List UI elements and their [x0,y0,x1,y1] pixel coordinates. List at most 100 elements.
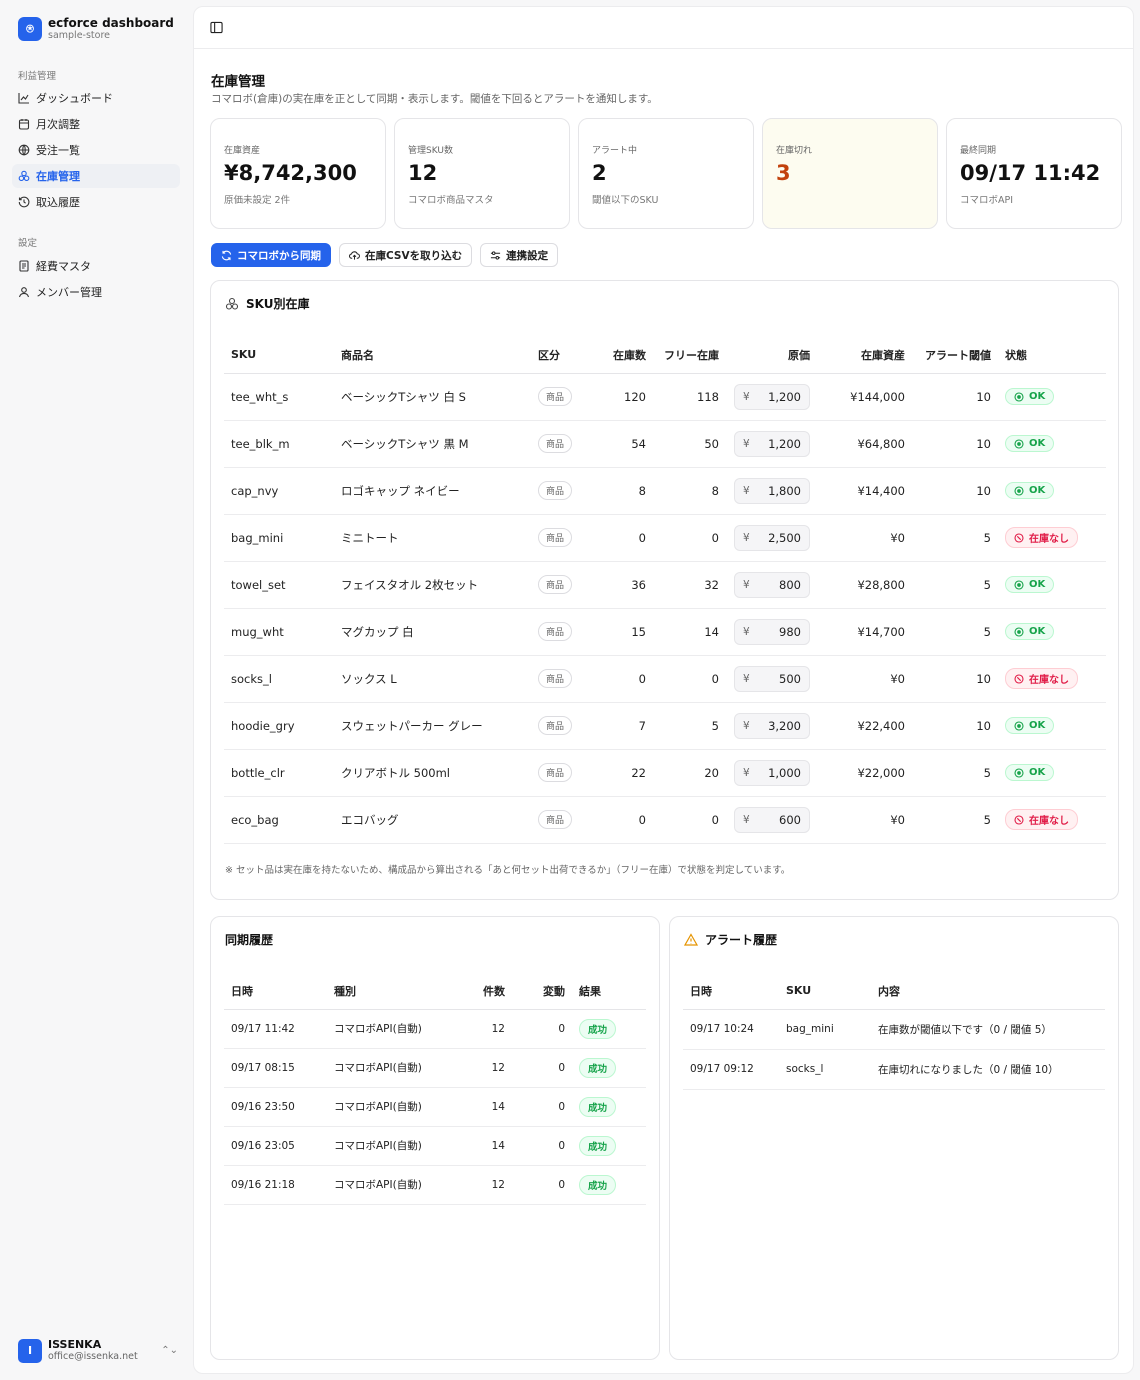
table-row[interactable]: towel_set フェイスタオル 2枚セット 商品 36 32 ¥800 ¥28,800 5… [224,561,1106,609]
user-email: office@issenka.net [48,1351,138,1362]
table-row: 09/17 08:15 コマロボAPI(自動) 12 0 成功 [224,1048,646,1088]
type-badge: 商品 [538,481,573,500]
sidebar-item-import-history[interactable]: 取込履歴 [12,190,180,214]
table-row[interactable]: mug_wht マグカップ 白商品 15 14 ¥980 ¥14,700 5 OK [224,608,1106,656]
sku-cell: bag_mini [779,1009,871,1050]
type-badge: 商品 [538,763,573,782]
sku-table-body: tee_wht_s ベーシックTシャツ 白 S 商品 120 118 ¥1,200 ¥144… [224,373,1106,844]
import-csv-button[interactable]: 在庫CSVを取り込む [339,243,473,267]
sku-table: SKU 商品名 区分 在庫数 フリー在庫 原価 在庫資産 アラート閾値 状態 t… [224,337,1106,844]
type-cell: 商品 [531,467,601,515]
column-header-sku[interactable]: SKU [224,337,334,374]
table-row[interactable]: bottle_clr クリアボトル 500ml 商品 22 20 ¥1,000 ¥22,00… [224,749,1106,797]
sidebar: ⍟ ecforce dashboard sample-store 利益管理 ダッ… [0,0,190,1380]
table-row[interactable]: cap_nvy ロゴキャップ ネイビー 商品 8 8 ¥1,800 ¥14,400 10 OK [224,467,1106,515]
result-cell: 成功 [572,1165,646,1205]
check-circle-icon [1014,767,1024,778]
table-row[interactable]: socks_l ソックス L 商品 0 0 ¥500 ¥0 10 在庫なし [224,655,1106,703]
free-stock-cell: 20 [653,749,726,797]
cost-input[interactable]: ¥1,200 [734,383,810,410]
column-header-stock[interactable]: 在庫数 [601,337,653,374]
result-badge: 成功 [579,1096,617,1117]
sidebar-item-monthly-adjust[interactable]: 月次調整 [12,112,180,136]
asset-cell: ¥14,400 [817,467,912,515]
column-header-free-stock[interactable]: フリー在庫 [653,337,726,374]
sidebar-item-orders[interactable]: 受注一覧 [12,138,180,162]
cost-input[interactable]: ¥1,000 [734,759,810,786]
cost-input[interactable]: ¥500 [734,665,810,692]
cost-cell: ¥600 [726,796,817,844]
status-cell: 在庫なし [998,514,1106,562]
table-row[interactable]: hoodie_gry スウェットパーカー グレー 商品 7 5 ¥3,200 ¥22,400… [224,702,1106,750]
ban-circle-icon [1014,814,1024,825]
kpi-value: 2 [592,161,607,185]
free-stock-cell: 0 [653,655,726,703]
column-header-count: 件数 [462,973,512,1010]
cost-value: 1,200 [768,389,801,404]
threshold-cell: 5 [912,796,998,844]
sidebar-toggle-button[interactable] [208,20,224,36]
table-row[interactable]: tee_blk_m ベーシックTシャツ 黒 M 商品 54 50 ¥1,200 ¥64,80… [224,420,1106,468]
user-menu[interactable]: I ISSENKA office@issenka.net ⌃⌄ [18,1338,178,1363]
sync-history-card: 同期履歴 日時 種別 件数 変動 結果 09/17 11:42 コマロボAPI(自… [210,916,660,1360]
currency-symbol: ¥ [743,766,750,779]
column-header-time: 日時 [683,973,779,1010]
sidebar-item-expense-master[interactable]: 経費マスタ [12,254,180,278]
result-badge: 成功 [579,1135,617,1156]
column-header-time: 日時 [224,973,327,1010]
column-header-sku: SKU [779,973,871,1010]
column-header-status[interactable]: 状態 [998,337,1106,374]
content-cell: 在庫切れになりました（0 / 閾値 10） [871,1049,1105,1090]
user-name: ISSENKA [48,1338,102,1351]
warning-triangle-icon [684,932,698,947]
status-cell: OK [998,561,1106,609]
column-header-cost[interactable]: 原価 [726,337,817,374]
cost-input[interactable]: ¥1,800 [734,477,810,504]
stock-cell: 0 [601,514,653,562]
currency-symbol: ¥ [743,437,750,450]
kpi-label: 最終同期 [960,146,997,156]
check-circle-icon [1014,626,1024,637]
sku-cell: socks_l [779,1049,871,1090]
kpi-label: 在庫切れ [776,146,813,156]
sidebar-item-members[interactable]: メンバー管理 [12,280,180,304]
sidebar-item-dashboard[interactable]: ダッシュボード [12,86,180,110]
cost-cell: ¥3,200 [726,702,817,750]
import-csv-button-label: 在庫CSVを取り込む [365,249,463,262]
cost-cell: ¥1,200 [726,420,817,468]
cost-input[interactable]: ¥800 [734,571,810,598]
kpi-value: ¥8,742,300 [224,161,357,185]
cost-input[interactable]: ¥980 [734,618,810,645]
free-stock-cell: 0 [653,514,726,562]
column-header-asset[interactable]: 在庫資産 [817,337,912,374]
sku-cell: tee_blk_m [224,420,334,468]
kind-cell: コマロボAPI(自動) [327,1048,462,1088]
asset-cell: ¥144,000 [817,373,912,421]
asset-cell: ¥28,800 [817,561,912,609]
table-row[interactable]: bag_mini ミニトート 商品 0 0 ¥2,500 ¥0 5 在庫なし [224,514,1106,562]
table-row[interactable]: eco_bag エコバッグ 商品 0 0 ¥600 ¥0 5 在庫なし [224,796,1106,844]
brand[interactable]: ⍟ ecforce dashboard sample-store [18,16,174,42]
kpi-label: アラート中 [592,146,638,156]
status-badge: 在庫なし [1005,527,1078,548]
table-row[interactable]: tee_wht_s ベーシックTシャツ 白 S 商品 120 118 ¥1,200 ¥144… [224,373,1106,421]
column-header-type[interactable]: 区分 [531,337,601,374]
sidebar-item-inventory[interactable]: 在庫管理 [12,164,180,188]
sync-button[interactable]: コマロボから同期 [211,243,331,267]
table-row: 09/16 23:05 コマロボAPI(自動) 14 0 成功 [224,1126,646,1166]
cost-input[interactable]: ¥2,500 [734,524,810,551]
cost-cell: ¥1,000 [726,749,817,797]
cost-input[interactable]: ¥1,200 [734,430,810,457]
cost-input[interactable]: ¥3,200 [734,712,810,739]
asset-cell: ¥0 [817,514,912,562]
integration-settings-button[interactable]: 連携設定 [480,243,559,267]
sku-cell: cap_nvy [224,467,334,515]
time-cell: 09/17 08:15 [224,1048,327,1088]
column-header-change: 変動 [512,973,572,1010]
column-header-name[interactable]: 商品名 [334,337,531,374]
ban-circle-icon [1014,532,1024,543]
column-header-threshold[interactable]: アラート閾値 [912,337,998,374]
stock-cell: 0 [601,655,653,703]
cost-input[interactable]: ¥600 [734,806,810,833]
check-circle-icon [1014,720,1024,731]
